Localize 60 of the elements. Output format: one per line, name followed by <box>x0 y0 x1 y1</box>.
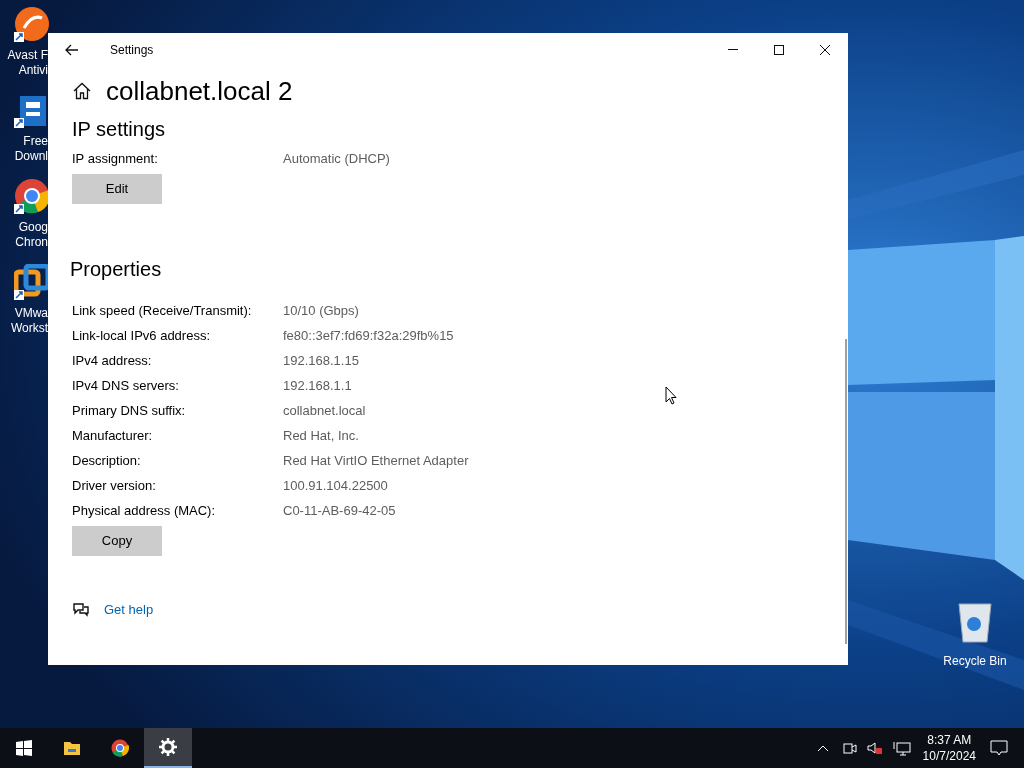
field-label: IPv4 address: <box>72 351 153 370</box>
section-heading: Properties <box>70 257 163 282</box>
field-label: IP assignment: <box>72 149 159 168</box>
camera-icon[interactable] <box>842 741 857 755</box>
field-label: Primary DNS suffix: <box>72 401 187 420</box>
edit-button[interactable]: Edit <box>72 174 162 204</box>
field-label: Link-local IPv6 address: <box>72 326 211 345</box>
field-label: Link speed (Receive/Transmit): <box>72 301 253 320</box>
icon-label: VMwa <box>14 306 48 321</box>
field-value: Automatic (DHCP) <box>283 149 390 168</box>
field-value: 10/10 (Gbps) <box>283 301 359 320</box>
field-label: Manufacturer: <box>72 426 154 445</box>
field-label: Driver version: <box>72 476 157 495</box>
icon-label: Avast F <box>7 48 48 63</box>
scrollbar[interactable] <box>845 339 847 644</box>
taskbar-button[interactable] <box>144 728 192 768</box>
notifications-icon[interactable] <box>990 740 1008 756</box>
close-icon <box>820 44 830 55</box>
maximize-icon <box>774 44 784 55</box>
copy-button[interactable]: Copy <box>72 526 162 556</box>
gear-icon <box>159 738 177 756</box>
field-label: Description: <box>72 451 142 470</box>
field-value: 192.168.1.1 <box>283 376 352 395</box>
cursor-icon <box>665 386 677 405</box>
field-value: C0-11-AB-69-42-05 <box>283 501 396 520</box>
clock-date[interactable]: 10/7/2024 <box>922 748 976 764</box>
field-value: Red Hat, Inc. <box>283 426 359 445</box>
windows-logo-icon <box>15 739 33 757</box>
swirl-app-icon[interactable] <box>14 6 50 42</box>
boxes-app-icon[interactable] <box>14 264 50 300</box>
field-value: Red Hat VirtIO Ethernet Adapter <box>283 451 469 470</box>
window-title: Settings <box>110 41 154 59</box>
folder-icon <box>63 739 81 757</box>
chevron-up-icon[interactable] <box>816 744 829 752</box>
icon-label: Goog <box>18 220 48 235</box>
icon-label: Workst <box>10 321 48 336</box>
speaker-muted-icon[interactable] <box>866 741 883 755</box>
help-link[interactable]: Get help <box>104 600 154 620</box>
back-arrow-icon <box>65 43 79 56</box>
field-value: collabnet.local <box>283 401 366 420</box>
clock-time[interactable]: 8:37 AM <box>927 732 972 748</box>
recycle-bin-icon[interactable] <box>955 600 995 644</box>
browser-app-icon[interactable] <box>14 178 50 214</box>
icon-label: Free <box>23 134 48 149</box>
browser-icon <box>111 739 129 757</box>
icon-label: Downl <box>14 149 48 164</box>
network-icon[interactable] <box>892 740 911 756</box>
page-heading: collabnet.local 2 <box>106 74 293 108</box>
field-label: IPv4 DNS servers: <box>72 376 180 395</box>
icon-label: Antivi <box>18 63 48 78</box>
section-heading: IP settings <box>72 117 167 142</box>
field-label: Physical address (MAC): <box>72 501 217 520</box>
minimize-icon <box>728 49 738 50</box>
icon-label: Chron <box>15 235 48 250</box>
field-value: 192.168.1.15 <box>283 351 359 370</box>
field-value: fe80::3ef7:fd69:f32a:29fb%15 <box>283 326 454 345</box>
home-icon <box>73 82 91 100</box>
field-value: 100.91.104.22500 <box>283 476 388 495</box>
icon-label: Recycle Bin <box>943 653 1007 670</box>
chat-bubbles-icon <box>72 601 90 618</box>
